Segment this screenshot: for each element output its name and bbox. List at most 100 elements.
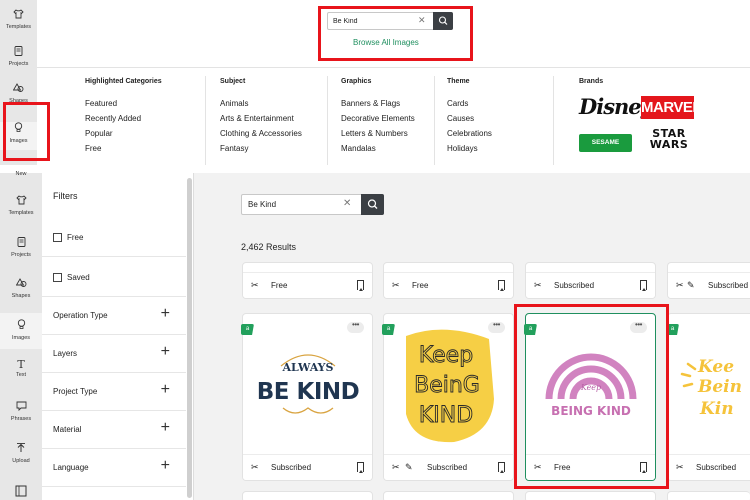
- category-item[interactable]: Letters & Numbers: [341, 129, 408, 138]
- image-card-selected[interactable]: ••• Keep BEING KIND ✂ Free: [525, 313, 656, 481]
- bookmark-icon[interactable]: [357, 280, 364, 291]
- clear-icon[interactable]: ✕: [418, 15, 426, 26]
- divider: [37, 67, 750, 68]
- bookmark-icon[interactable]: [498, 462, 505, 473]
- art-text-line: BEING KIND: [551, 404, 631, 418]
- image-card[interactable]: ••• Keep BeinG KIND ✂ ✎ Subscribed: [383, 313, 514, 481]
- search-input[interactable]: [242, 195, 342, 214]
- category-item[interactable]: Causes: [447, 114, 474, 123]
- image-card[interactable]: [525, 491, 656, 500]
- plus-icon[interactable]: +: [161, 305, 170, 323]
- filter-layers[interactable]: Layers +: [42, 335, 186, 373]
- category-item[interactable]: Celebrations: [447, 129, 492, 138]
- free-tag-icon: a: [382, 324, 395, 335]
- image-card[interactable]: [667, 491, 750, 500]
- star-wars-logo[interactable]: STAR WARS: [643, 128, 695, 150]
- filter-material[interactable]: Material +: [42, 411, 186, 449]
- bookmark-icon[interactable]: [640, 462, 647, 473]
- cut-icon: ✂: [534, 462, 542, 472]
- rail-label: Shapes: [9, 98, 28, 104]
- marvel-logo[interactable]: MARVEL: [641, 96, 702, 119]
- rail-label: New: [15, 171, 27, 177]
- category-item[interactable]: Popular: [85, 129, 113, 138]
- filter-label: Project Type: [53, 387, 98, 396]
- category-item[interactable]: Cards: [447, 99, 468, 108]
- free-tag-icon: a: [524, 324, 537, 335]
- plus-icon[interactable]: +: [161, 343, 170, 361]
- plus-icon[interactable]: +: [161, 419, 170, 437]
- rail-phrases[interactable]: Phrases: [0, 401, 42, 422]
- always-be-kind-artwork: ALWAYS BE KIND: [257, 354, 360, 414]
- image-card[interactable]: ✂ Subscribed: [525, 262, 656, 299]
- free-tag-icon: a: [241, 324, 254, 335]
- plus-icon[interactable]: +: [161, 381, 170, 399]
- rail-projects[interactable]: Projects: [0, 237, 42, 258]
- rail-label: Templates: [5, 24, 32, 30]
- category-item[interactable]: Mandalas: [341, 144, 376, 153]
- bookmark-icon[interactable]: [640, 280, 647, 291]
- rail-new[interactable]: New: [0, 171, 42, 177]
- category-item[interactable]: Decorative Elements: [341, 114, 415, 123]
- image-card[interactable]: [383, 491, 514, 500]
- filter-operation-type[interactable]: Operation Type +: [42, 297, 186, 335]
- rail-label: Phrases: [10, 416, 32, 422]
- filters-title: Filters: [53, 191, 78, 201]
- clear-icon[interactable]: ✕: [343, 198, 351, 209]
- category-item[interactable]: Free: [85, 144, 101, 153]
- category-item[interactable]: Animals: [220, 99, 248, 108]
- sesame-street-logo[interactable]: SESAME STREET: [579, 134, 632, 164]
- text-icon: T: [17, 358, 25, 371]
- category-item[interactable]: Featured: [85, 99, 117, 108]
- category-item[interactable]: Arts & Entertainment: [220, 114, 294, 123]
- rail-shapes[interactable]: Shapes: [0, 278, 42, 299]
- saved-checkbox[interactable]: [53, 273, 62, 282]
- plus-icon[interactable]: +: [161, 457, 170, 475]
- rail-label: Projects: [8, 61, 29, 67]
- image-card[interactable]: Kee Bein Kin ✂ Subscribed: [667, 313, 750, 481]
- filter-free[interactable]: Free: [42, 219, 186, 257]
- rail-images[interactable]: Images: [0, 122, 37, 150]
- rail-templates[interactable]: Templates: [0, 9, 37, 30]
- bookmark-icon[interactable]: [498, 280, 505, 291]
- rail-more[interactable]: [0, 485, 42, 500]
- category-item[interactable]: Banners & Flags: [341, 99, 400, 108]
- cut-icon: ✂: [251, 462, 259, 472]
- image-card[interactable]: [242, 491, 373, 500]
- rail-upload[interactable]: Upload: [0, 443, 42, 464]
- image-card[interactable]: ✂ Free: [383, 262, 514, 299]
- filter-saved[interactable]: Saved: [42, 259, 186, 297]
- cut-icon: ✂: [392, 280, 400, 290]
- rail-templates[interactable]: Templates: [0, 195, 42, 216]
- art-text-line: Keep: [580, 383, 601, 392]
- category-item[interactable]: Recently Added: [85, 114, 141, 123]
- top-search-button[interactable]: [433, 12, 453, 30]
- filter-label: Operation Type: [53, 311, 108, 320]
- rail-label: Templates: [8, 210, 34, 216]
- card-footer: ✂ Subscribed: [668, 454, 750, 480]
- category-item[interactable]: Fantasy: [220, 144, 248, 153]
- filter-project-type[interactable]: Project Type +: [42, 373, 186, 411]
- bookmark-icon[interactable]: [357, 462, 364, 473]
- rail-projects[interactable]: Projects: [0, 46, 37, 67]
- rail-label: Shapes: [11, 293, 31, 299]
- top-search-input[interactable]: [328, 13, 420, 29]
- results-count: 2,462 Results: [241, 242, 297, 252]
- image-card[interactable]: ✂ ✎ Subscribed: [667, 262, 750, 299]
- filter-label: Language: [53, 463, 89, 472]
- filter-language[interactable]: Language +: [42, 449, 186, 487]
- image-card[interactable]: ✂ Free: [242, 262, 373, 299]
- category-item[interactable]: Clothing & Accessories: [220, 129, 302, 138]
- free-checkbox[interactable]: [53, 233, 62, 242]
- search-button[interactable]: [361, 194, 384, 215]
- cut-icon: ✂: [676, 462, 684, 472]
- rail-images[interactable]: Images: [0, 313, 42, 349]
- sunny-keep-being-kind-artwork: Kee Bein Kin: [680, 357, 742, 419]
- image-card[interactable]: ••• ALWAYS BE KIND ✂ Subscribed: [242, 313, 373, 481]
- rail-shapes[interactable]: Shapes: [0, 83, 37, 104]
- card-footer: ✂ ✎ Subscribed: [668, 272, 750, 298]
- rail-text[interactable]: T Text: [0, 358, 42, 378]
- shapes-icon: [0, 83, 37, 96]
- filters-scrollbar[interactable]: [187, 178, 192, 498]
- browse-all-images-link[interactable]: Browse All Images: [353, 38, 419, 47]
- category-item[interactable]: Holidays: [447, 144, 478, 153]
